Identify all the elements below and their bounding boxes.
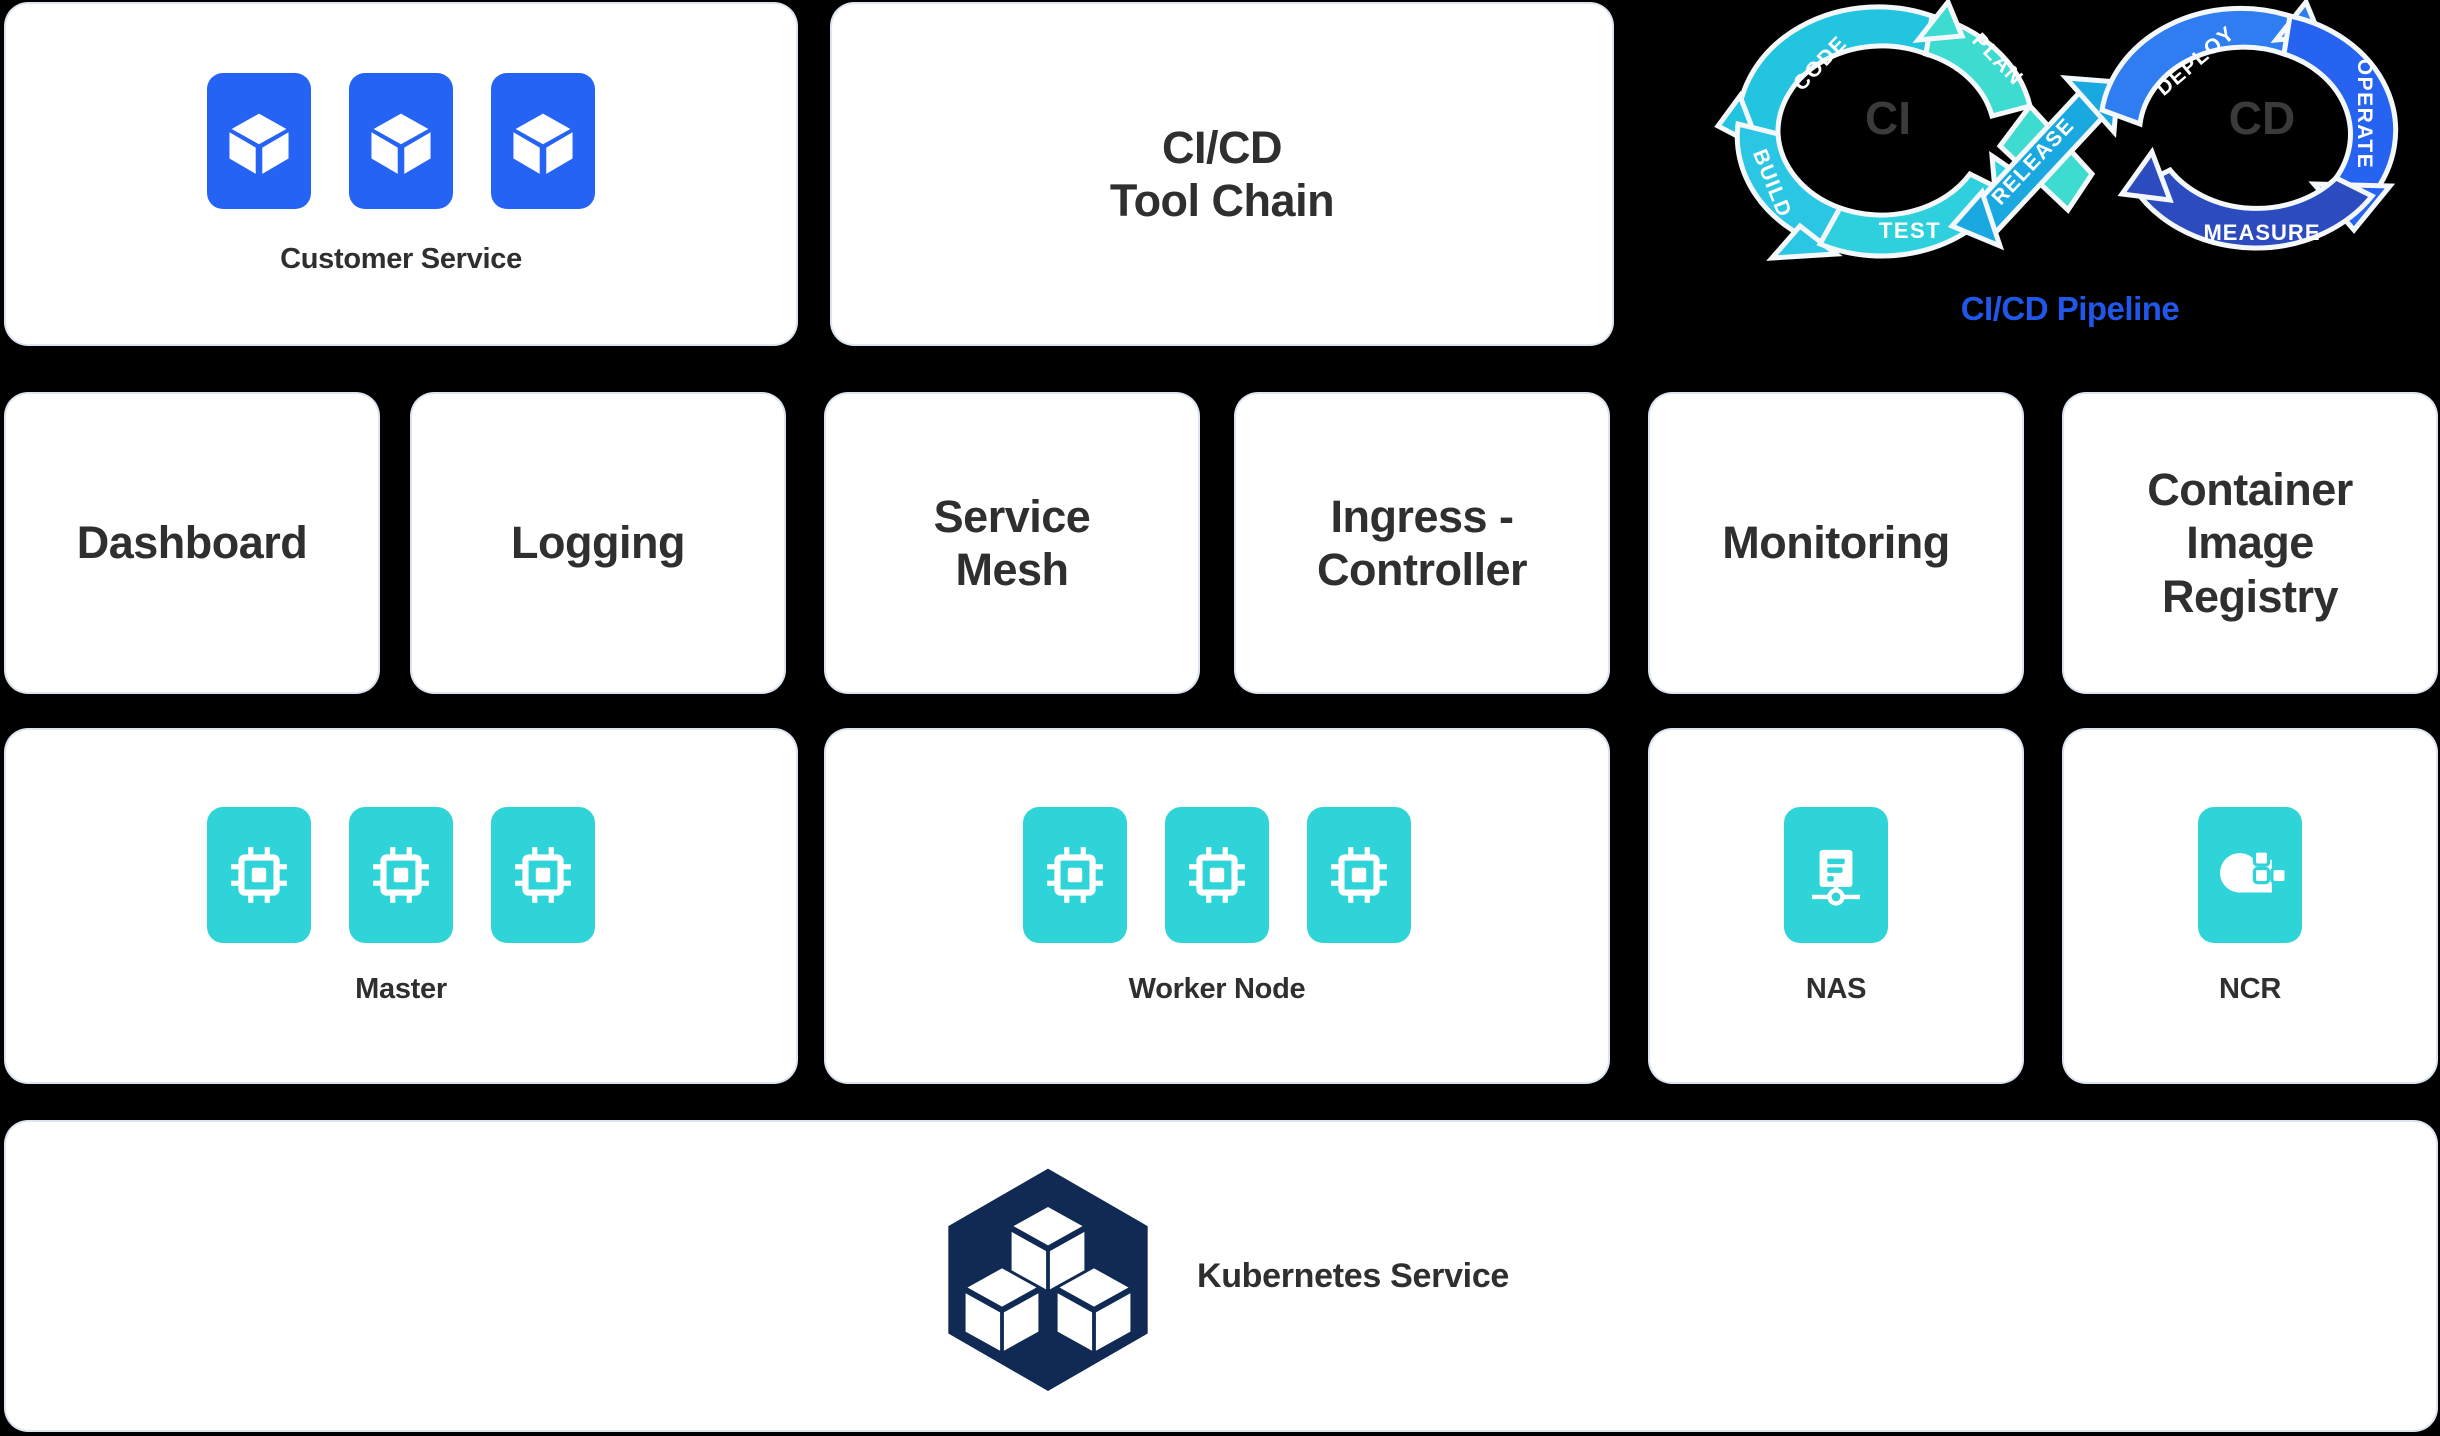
worker-node-icon-row <box>1023 806 1411 943</box>
card-kubernetes-service[interactable]: Kubernetes Service <box>6 1122 2436 1430</box>
container-image-registry-title: Container Image Registry <box>2147 463 2353 622</box>
cpu-chip-icon <box>231 846 287 903</box>
cpu-chip-icon-tile[interactable] <box>1307 806 1411 943</box>
ingress-controller-title: Ingress - Controller <box>1316 490 1528 596</box>
customer-service-icon-row <box>207 72 595 209</box>
kubernetes-hexagon-icon <box>948 1168 1148 1391</box>
cube-icon-tile[interactable] <box>207 72 311 209</box>
card-worker-node[interactable]: Worker Node <box>826 730 1608 1082</box>
cloud-registry-icon <box>2220 848 2285 892</box>
card-ncr[interactable]: NCR <box>2064 730 2436 1082</box>
dashboard-title: Dashboard <box>76 517 308 569</box>
master-icon-row <box>207 806 595 943</box>
worker-node-label: Worker Node <box>1128 972 1306 1005</box>
cpu-chip-icon <box>515 846 571 903</box>
infinity-loop-svg: CODE PLAN BUILD TEST RELEASE DEPLOY OPER… <box>1714 0 2399 261</box>
pipeline-stage-measure: MEASURE <box>2117 146 2376 251</box>
cloud-registry-icon-tile[interactable] <box>2198 806 2302 943</box>
cube-icon <box>371 113 431 174</box>
card-master[interactable]: Master <box>6 730 796 1082</box>
nas-label: NAS <box>1805 972 1867 1005</box>
card-dashboard[interactable]: Dashboard <box>6 394 378 692</box>
kubernetes-service-label: Kubernetes Service <box>1196 1256 1510 1295</box>
card-ingress-controller[interactable]: Ingress - Controller <box>1236 394 1608 692</box>
ingress-controller-line2: Controller <box>1316 544 1528 595</box>
master-label: Master <box>355 972 447 1005</box>
ncr-label: NCR <box>2219 972 2281 1005</box>
registry-line3: Registry <box>2161 570 2339 622</box>
cpu-chip-icon-tile[interactable] <box>1023 806 1127 943</box>
card-container-image-registry[interactable]: Container Image Registry <box>2064 394 2436 692</box>
stage-label-measure: MEASURE <box>2203 220 2320 245</box>
cpu-chip-icon <box>373 846 429 903</box>
cicd-pipeline-graphic: CODE PLAN BUILD TEST RELEASE DEPLOY OPER… <box>1700 0 2440 346</box>
service-mesh-line2: Mesh <box>955 544 1069 595</box>
cpu-chip-icon <box>1189 846 1245 903</box>
cpu-chip-icon <box>1047 846 1103 903</box>
pipeline-stage-plan: PLAN <box>1912 0 2034 120</box>
card-monitoring[interactable]: Monitoring <box>1650 394 2022 692</box>
service-mesh-line1: Service <box>933 490 1091 542</box>
registry-line2: Image <box>2186 517 2314 569</box>
cpu-chip-icon-tile[interactable] <box>349 806 453 943</box>
network-storage-icon-tile[interactable] <box>1784 806 1888 943</box>
stage-label-test: TEST <box>1879 218 1941 243</box>
monitoring-title: Monitoring <box>1722 517 1950 569</box>
registry-line1: Container <box>2147 464 2353 516</box>
card-service-mesh[interactable]: Service Mesh <box>826 394 1198 692</box>
kubernetes-wrap: Kubernetes Service <box>933 1161 1509 1391</box>
card-logging[interactable]: Logging <box>412 394 784 692</box>
diagram-canvas: Customer Service CI/CD Tool Chain CODE P… <box>0 0 2440 1436</box>
pipeline-caption: CI/CD Pipeline <box>1960 290 2180 327</box>
service-mesh-title: Service Mesh <box>934 490 1091 596</box>
toolchain-title-line2: Tool Chain <box>1109 175 1335 226</box>
stage-label-operate: OPERATE <box>2353 59 2376 169</box>
pipeline-stage-release: RELEASE <box>1947 75 2121 251</box>
cpu-chip-icon-tile[interactable] <box>207 806 311 943</box>
cube-icon-tile[interactable] <box>491 72 595 209</box>
cube-icon <box>513 113 573 174</box>
cpu-chip-icon <box>1331 846 1387 903</box>
cpu-chip-icon-tile[interactable] <box>1165 806 1269 943</box>
card-customer-service[interactable]: Customer Service <box>6 4 796 344</box>
cpu-chip-icon-tile[interactable] <box>491 806 595 943</box>
logging-title: Logging <box>511 517 685 569</box>
pipeline-cd-text: CD <box>2229 92 2295 144</box>
toolchain-title-line1: CI/CD <box>1161 121 1283 173</box>
cube-icon-tile[interactable] <box>349 72 453 209</box>
ingress-controller-line1: Ingress - <box>1330 490 1514 542</box>
card-cicd-toolchain[interactable]: CI/CD Tool Chain <box>832 4 1612 344</box>
card-nas[interactable]: NAS <box>1650 730 2022 1082</box>
pipeline-ci-text: CI <box>1865 92 1911 144</box>
customer-service-label: Customer Service <box>280 242 522 275</box>
toolchain-title: CI/CD Tool Chain <box>1109 121 1335 227</box>
network-storage-icon <box>1811 849 1861 906</box>
cube-icon <box>229 113 289 174</box>
